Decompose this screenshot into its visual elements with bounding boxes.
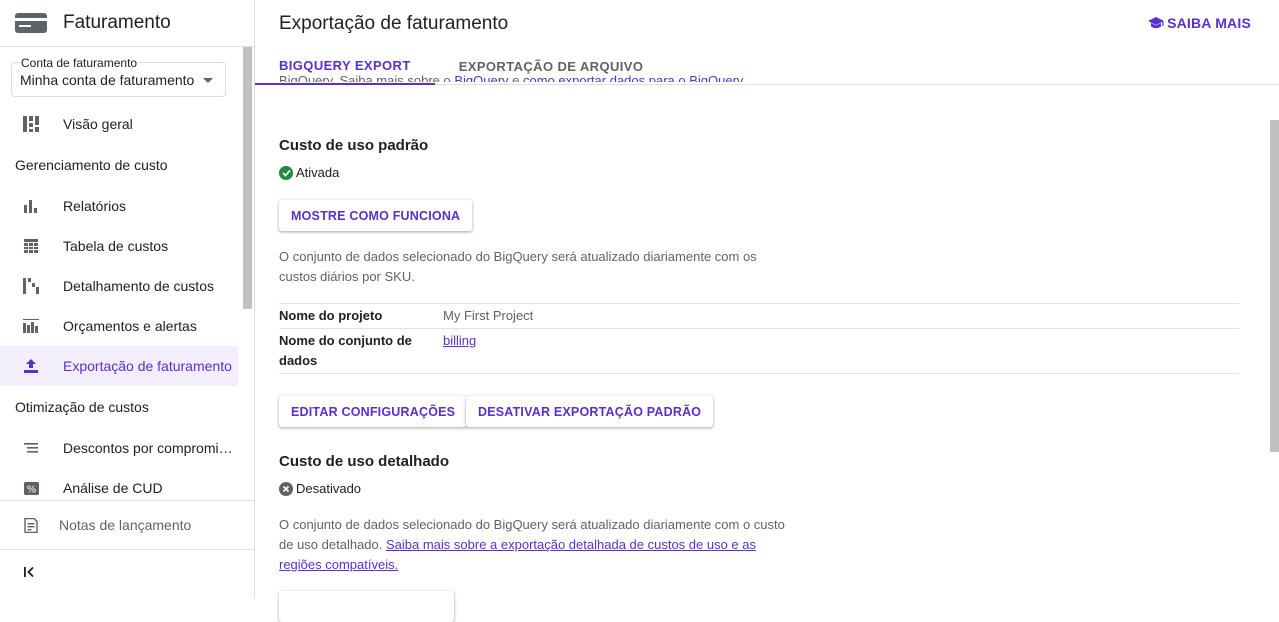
sidebar-header: Faturamento [0,0,254,47]
cancel-circle-icon [279,481,293,496]
sidebar-item-label: Tabela de custos [63,238,169,254]
section-otimizacao-de-custos: Otimização de custos [15,399,149,415]
intro-middle: e [508,73,524,82]
sidebar-item-exportacao-de-faturamento[interactable]: Exportação de faturamento [0,346,238,386]
detailed-status: Desativado [279,481,361,496]
sidebar-item-visao-geral[interactable]: Visão geral [0,104,238,144]
breakdown-icon [22,277,40,295]
learn-more-label: SAIBA MAIS [1167,15,1251,31]
billing-account-label: Conta de faturamento [20,56,139,70]
bigquery-link[interactable]: BigQuery [454,73,508,82]
page-title: Exportação de faturamento [279,12,509,34]
release-notes-label: Notas de lançamento [59,517,192,533]
disable-standard-export-button[interactable]: DESATIVAR EXPORTAÇÃO PADRÃO [466,396,714,427]
content-scrollbar[interactable] [1270,120,1279,452]
release-notes-link[interactable]: Notas de lançamento [0,500,254,549]
detailed-status-label: Desativado [296,481,362,496]
standard-status-label: Ativada [296,165,340,180]
sidebar-item-label: Relatórios [63,198,127,214]
export-guide-link[interactable]: como exportar dados para o BigQuery [523,73,743,82]
sidebar-item-label: Visão geral [63,116,133,132]
section-gerenciamento-de-custo: Gerenciamento de custo [15,157,168,173]
upload-icon [22,357,40,375]
edit-settings-button[interactable]: EDITAR CONFIGURAÇÕES [279,396,468,427]
partially-visible-button[interactable] [279,591,454,622]
project-name-value: My First Project [443,308,534,323]
standard-cost-title: Custo de uso padrão [279,137,429,154]
bar-chart-icon [22,197,40,215]
sidebar-item-label: Análise de CUD [63,480,163,496]
standard-status: Ativada [279,165,339,180]
check-circle-icon [279,165,293,180]
dataset-name-cell: billing [443,329,476,373]
release-notes-icon [22,516,40,534]
billing-card-icon [15,13,47,33]
sidebar-item-detalhamento-de-custos[interactable]: Detalhamento de custos [0,266,238,306]
detailed-description: O conjunto de dados selecionado do BigQu… [279,515,791,575]
sidebar-item-label: Detalhamento de custos [63,278,214,294]
detailed-cost-title: Custo de uso detalhado [279,453,450,470]
intro-text: BigQuery. Saiba mais sobre o BigQuery e … [279,73,743,82]
table-icon [22,237,40,255]
sidebar-title: Faturamento [63,12,171,33]
sidebar: Faturamento Conta de faturamento Minha c… [0,0,255,598]
dataset-link[interactable]: billing [443,333,476,348]
sidebar-scrollbar[interactable] [243,47,252,309]
svg-text:%: % [26,484,36,495]
dropdown-caret-icon [203,78,213,83]
sidebar-item-label: Exportação de faturamento [63,358,232,374]
budget-icon [22,317,40,335]
standard-description: O conjunto de dados selecionado do BigQu… [279,249,757,284]
page-header: Exportação de faturamento SAIBA MAIS [255,0,1279,47]
sidebar-item-label: Orçamentos e alertas [63,318,197,334]
standard-details-table: Nome do projeto My First Project Nome do… [279,303,1239,374]
show-how-it-works-button[interactable]: MOSTRE COMO FUNCIONA [279,200,473,231]
sidebar-nav: Visão geral Gerenciamento de custo Relat… [0,104,238,508]
sidebar-item-relatorios[interactable]: Relatórios [0,186,238,226]
collapse-icon [24,565,36,583]
project-name-key: Nome do projeto [279,308,383,323]
billing-account-select[interactable]: Conta de faturamento Minha conta de fatu… [11,56,226,97]
collapse-sidebar-button[interactable] [0,549,254,598]
sidebar-item-label: Descontos por compromi… [63,440,233,456]
school-icon [1148,16,1165,30]
percent-icon: % [22,479,40,497]
dataset-name-key: Nome do conjunto de dados [279,333,412,368]
dashboard-icon [22,115,40,133]
sidebar-item-orcamentos-e-alertas[interactable]: Orçamentos e alertas [0,306,238,346]
intro-prefix: BigQuery. Saiba mais sobre o [279,73,455,82]
main-panel: Exportação de faturamento SAIBA MAIS BIG… [255,0,1279,622]
sidebar-item-descontos-por-compromisso[interactable]: Descontos por compromi… [0,428,238,468]
table-row: Nome do projeto My First Project [279,304,1239,328]
list-icon [22,439,40,457]
table-row: Nome do conjunto de dados billing [279,328,1239,373]
billing-account-value: Minha conta de faturamento [20,72,195,88]
learn-more-button[interactable]: SAIBA MAIS [1148,15,1251,31]
sidebar-item-tabela-de-custos[interactable]: Tabela de custos [0,226,238,266]
